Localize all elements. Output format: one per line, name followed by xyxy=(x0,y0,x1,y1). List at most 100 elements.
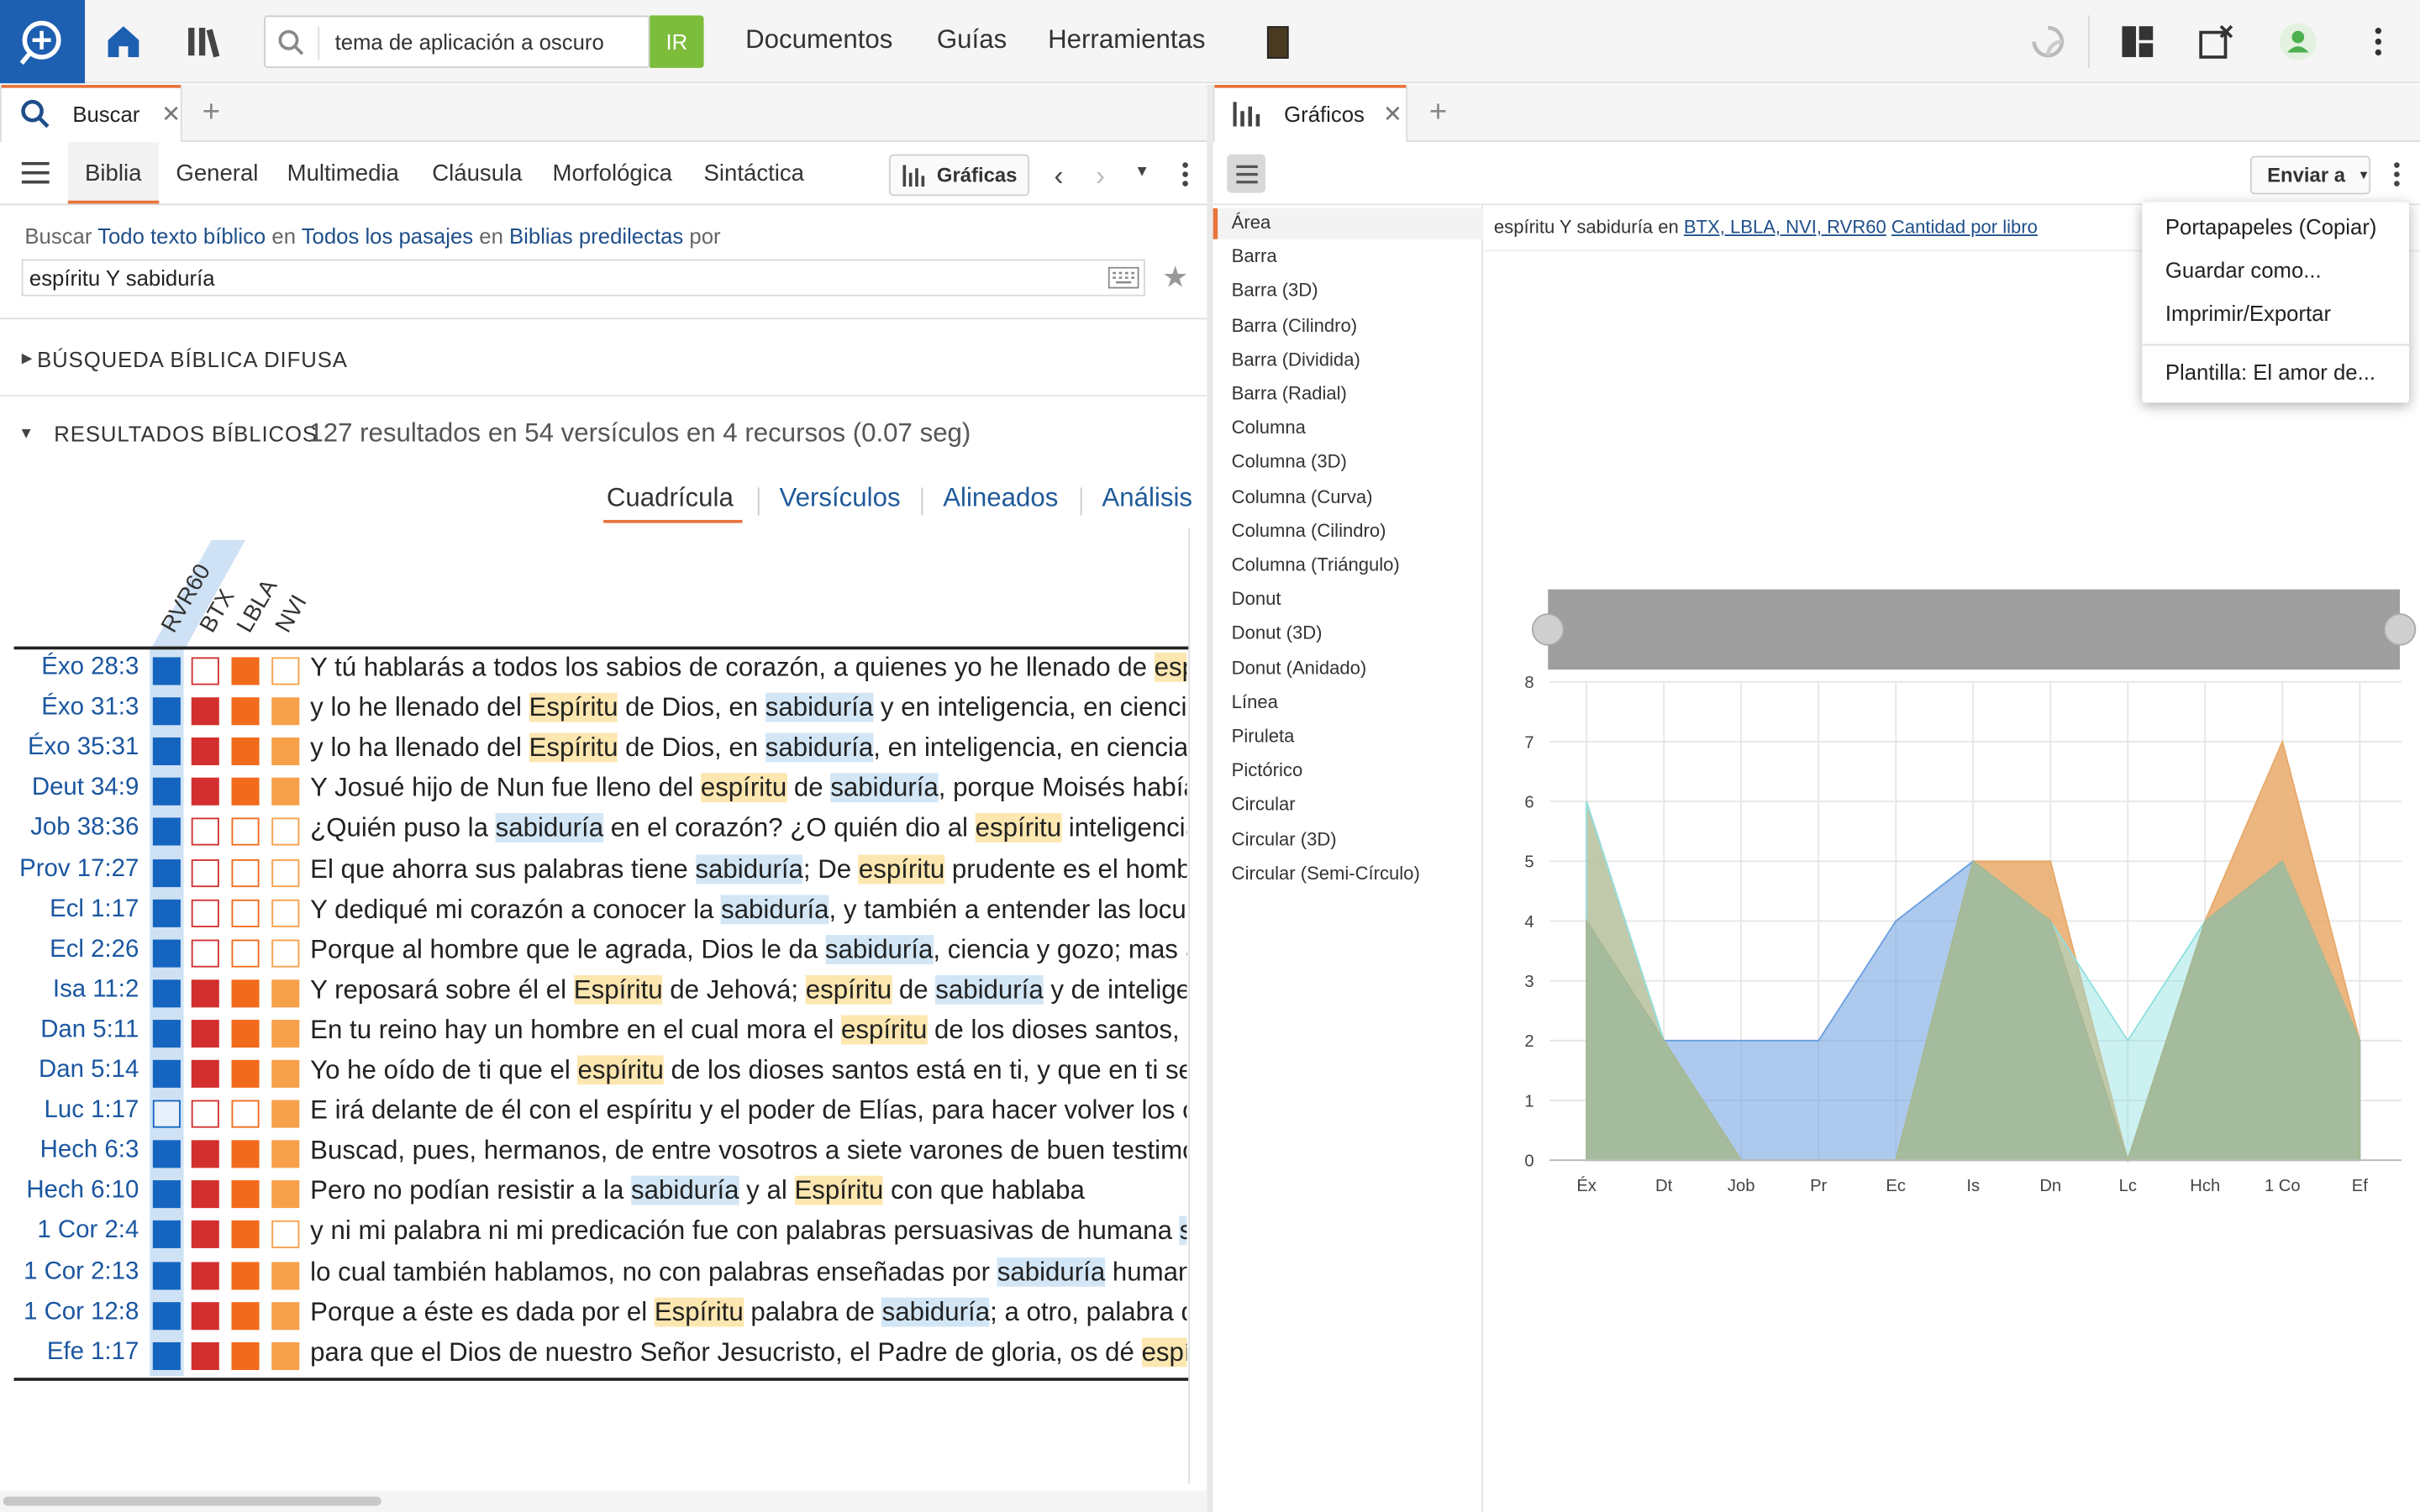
hamburger-icon[interactable] xyxy=(21,161,50,184)
library-icon[interactable] xyxy=(179,15,231,67)
hit-cell-nvi[interactable] xyxy=(271,1180,300,1209)
range-handle-right-icon[interactable] xyxy=(2383,613,2417,646)
query-input[interactable]: espíritu Y sabiduría xyxy=(21,259,1145,297)
hit-cell-btx[interactable] xyxy=(191,1059,219,1088)
view-tab-verses[interactable]: Versículos xyxy=(780,483,901,514)
hit-cell-nvi[interactable] xyxy=(271,1221,300,1249)
verse-reference-link[interactable]: 1 Cor 2:13 xyxy=(0,1258,139,1286)
chart-type-item[interactable]: Columna xyxy=(1232,417,1306,438)
tab-multimedia[interactable]: Multimedia xyxy=(287,160,399,186)
hit-cell-nvi[interactable] xyxy=(271,657,300,685)
hit-cell-rvr60[interactable] xyxy=(152,1140,181,1168)
chart-type-item[interactable]: Barra xyxy=(1232,245,1277,267)
hit-cell-rvr60[interactable] xyxy=(152,738,181,766)
verse-reference-link[interactable]: Hech 6:3 xyxy=(0,1137,139,1165)
menu-item-template[interactable]: Plantilla: El amor de... xyxy=(2165,360,2375,384)
hit-cell-lbla[interactable] xyxy=(231,1059,260,1088)
hit-cell-rvr60[interactable] xyxy=(152,1180,181,1209)
collapse-triangle-icon[interactable]: ▼ xyxy=(18,426,34,443)
dropdown-icon[interactable]: ▼ xyxy=(1134,164,1150,181)
nav-documents[interactable]: Documentos xyxy=(745,24,892,55)
range-handle-left-icon[interactable] xyxy=(1531,613,1565,646)
panel-splitter[interactable] xyxy=(1207,85,1213,1512)
verse-reference-link[interactable]: Job 38:36 xyxy=(0,815,139,843)
chart-type-item[interactable]: Columna (Cilindro) xyxy=(1232,520,1386,542)
hit-cell-btx[interactable] xyxy=(191,899,219,927)
chart-type-item[interactable]: Barra (3D) xyxy=(1232,280,1318,302)
close-tab-icon[interactable]: ✕ xyxy=(1383,99,1402,127)
hit-cell-lbla[interactable] xyxy=(231,657,260,685)
tab-search[interactable]: Buscar ✕ xyxy=(0,85,182,142)
close-tab-icon[interactable]: ✕ xyxy=(161,99,181,127)
hit-cell-nvi[interactable] xyxy=(271,1261,300,1289)
logos-logo-icon[interactable] xyxy=(0,0,86,84)
hit-cell-btx[interactable] xyxy=(191,778,219,806)
hit-cell-nvi[interactable] xyxy=(271,697,300,726)
fuzzy-search-heading[interactable]: BÚSQUEDA BÍBLICA DIFUSA xyxy=(37,347,348,371)
home-icon[interactable] xyxy=(97,15,150,67)
hit-cell-rvr60[interactable] xyxy=(152,938,181,968)
hit-cell-btx[interactable] xyxy=(191,738,219,766)
hit-cell-rvr60[interactable] xyxy=(152,818,181,847)
more-menu-icon[interactable] xyxy=(2352,15,2404,67)
hit-cell-lbla[interactable] xyxy=(231,899,260,927)
hit-cell-rvr60[interactable] xyxy=(152,697,181,726)
verse-reference-link[interactable]: Hech 6:10 xyxy=(0,1178,139,1205)
verse-reference-link[interactable]: Éxo 35:31 xyxy=(0,735,139,763)
column-header-lbla[interactable]: LBLA xyxy=(232,575,283,638)
tab-clausula[interactable]: Cláusula xyxy=(432,160,522,186)
hit-cell-nvi[interactable] xyxy=(271,778,300,806)
scope-passages-link[interactable]: Todos los pasajes xyxy=(302,223,473,248)
charts-button[interactable]: Gráficas xyxy=(888,154,1030,197)
chart-type-item[interactable]: Donut (3D) xyxy=(1232,622,1323,644)
verse-reference-link[interactable]: Éxo 31:3 xyxy=(0,695,139,722)
hit-cell-btx[interactable] xyxy=(191,697,219,726)
chart-type-item[interactable]: Columna (Triángulo) xyxy=(1232,554,1400,575)
chart-type-item[interactable]: Circular (Semi-Círculo) xyxy=(1232,862,1420,884)
tab-charts[interactable]: Gráficos ✕ xyxy=(1213,85,1408,142)
hit-cell-btx[interactable] xyxy=(191,818,219,847)
hit-cell-rvr60[interactable] xyxy=(152,1221,181,1249)
hit-cell-lbla[interactable] xyxy=(231,858,260,887)
hit-cell-nvi[interactable] xyxy=(271,979,300,1007)
hit-cell-rvr60[interactable] xyxy=(152,899,181,927)
hit-cell-rvr60[interactable] xyxy=(152,1261,181,1289)
hit-cell-btx[interactable] xyxy=(191,1019,219,1047)
chart-type-item[interactable]: Línea xyxy=(1232,690,1278,712)
view-tab-aligned[interactable]: Alineados xyxy=(943,483,1058,514)
hit-cell-rvr60[interactable] xyxy=(152,1100,181,1128)
verse-reference-link[interactable]: Prov 17:27 xyxy=(0,855,139,883)
chart-type-item[interactable]: Barra (Cilindro) xyxy=(1232,314,1357,336)
panel-menu-icon[interactable] xyxy=(2392,160,2402,188)
hit-cell-btx[interactable] xyxy=(191,938,219,968)
verse-reference-link[interactable]: 1 Cor 12:8 xyxy=(0,1299,139,1326)
hit-cell-nvi[interactable] xyxy=(271,1059,300,1088)
add-tab-icon[interactable]: + xyxy=(203,96,220,131)
hit-cell-rvr60[interactable] xyxy=(152,1341,181,1370)
close-panels-icon[interactable] xyxy=(2190,15,2242,67)
chart-type-item[interactable]: Pictórico xyxy=(1232,759,1303,781)
verse-reference-link[interactable]: Efe 1:17 xyxy=(0,1339,139,1367)
chart-type-item[interactable]: Área xyxy=(1232,212,1271,234)
hit-cell-btx[interactable] xyxy=(191,1140,219,1168)
chart-type-item[interactable]: Columna (Curva) xyxy=(1232,486,1373,507)
hit-cell-lbla[interactable] xyxy=(231,1140,260,1168)
hit-cell-lbla[interactable] xyxy=(231,938,260,968)
hit-cell-nvi[interactable] xyxy=(271,858,300,887)
hit-cell-btx[interactable] xyxy=(191,1100,219,1128)
chart-list-toggle-icon[interactable] xyxy=(1227,154,1266,193)
hit-cell-btx[interactable] xyxy=(191,657,219,685)
tab-biblia[interactable]: Biblia xyxy=(85,160,141,186)
hit-cell-rvr60[interactable] xyxy=(152,778,181,806)
chart-type-item[interactable]: Piruleta xyxy=(1232,725,1295,747)
chart-type-item[interactable]: Donut (Anidado) xyxy=(1232,657,1367,679)
book-icon[interactable] xyxy=(1266,26,1289,59)
favorite-star-icon[interactable]: ★ xyxy=(1162,260,1188,296)
hit-cell-nvi[interactable] xyxy=(271,938,300,968)
menu-item-save-as[interactable]: Guardar como... xyxy=(2165,258,2322,282)
hit-cell-lbla[interactable] xyxy=(231,979,260,1007)
hit-cell-lbla[interactable] xyxy=(231,1221,260,1249)
hit-cell-lbla[interactable] xyxy=(231,778,260,806)
hit-cell-nvi[interactable] xyxy=(271,1019,300,1047)
hit-cell-nvi[interactable] xyxy=(271,1100,300,1128)
